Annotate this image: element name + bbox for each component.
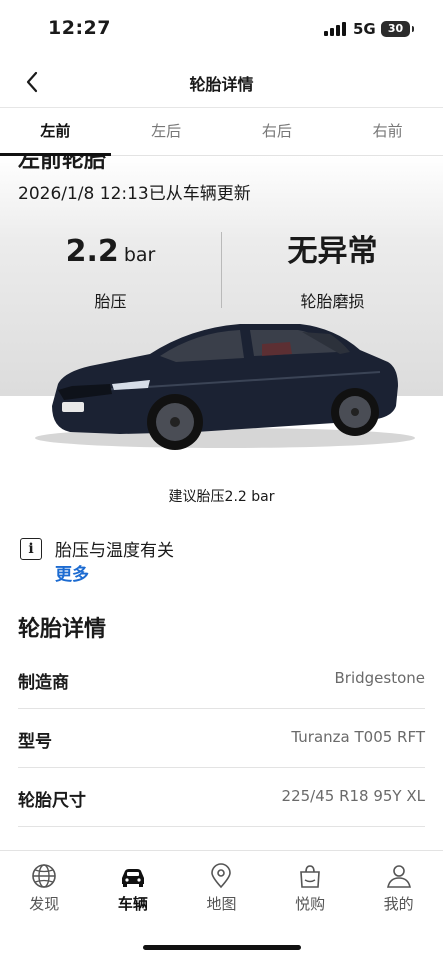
nav-shop[interactable]: 悦购 [266, 851, 355, 921]
detail-row-size: 轮胎尺寸 225/45 R18 95Y XL [18, 768, 425, 827]
nav-vehicle[interactable]: 车辆 [89, 851, 178, 921]
tire-position-tabs: 左前 左后 右后 右前 [0, 108, 443, 156]
status-time: 12:27 [48, 17, 111, 39]
nav-label: 悦购 [295, 895, 326, 913]
update-timestamp: 2026/1/8 12:13已从车辆更新 [18, 184, 251, 204]
car-icon [121, 869, 144, 887]
nav-map[interactable]: 地图 [177, 851, 266, 921]
wear-label: 轮胎磨损 [300, 292, 365, 311]
bottom-nav: 发现 车辆 地图 悦购 我的 [0, 850, 443, 960]
nav-label: 发现 [29, 895, 60, 913]
detail-value: Turanza T005 RFT [291, 728, 425, 746]
nav-label: 我的 [383, 895, 414, 913]
nav-label: 地图 [206, 895, 237, 913]
info-text: 胎压与温度有关 [55, 541, 174, 561]
vehicle-image [0, 310, 443, 470]
pressure-value: 2.2 [65, 234, 119, 269]
tab-front-left[interactable]: 左前 [0, 108, 111, 156]
more-link[interactable]: 更多 [55, 560, 89, 585]
network-type: 5G [353, 20, 376, 38]
nav-profile[interactable]: 我的 [354, 851, 443, 921]
detail-key: 轮胎尺寸 [18, 791, 86, 811]
detail-row-model: 型号 Turanza T005 RFT [18, 709, 425, 768]
wear-metric: 无异常 轮胎磨损 [222, 232, 443, 312]
page-title: 轮胎详情 [189, 75, 254, 94]
pressure-unit: bar [123, 244, 156, 266]
person-icon [386, 865, 411, 888]
nav-discover[interactable]: 发现 [0, 851, 89, 921]
detail-value: 225/45 R18 95Y XL [281, 787, 425, 805]
detail-key: 型号 [18, 732, 52, 752]
pressure-metric: 2.2 bar 胎压 [0, 232, 221, 312]
status-bar: 12:27 5G 30 [0, 0, 443, 56]
detail-value: Bridgestone [334, 669, 425, 687]
signal-icon [324, 22, 346, 36]
info-note: i 胎压与温度有关 [20, 536, 174, 561]
pressure-label: 胎压 [94, 292, 127, 311]
tab-rear-right[interactable]: 右后 [222, 108, 333, 155]
info-icon: i [20, 537, 42, 560]
nav-label: 车辆 [117, 895, 148, 913]
tire-heading: 左前轮胎 [18, 156, 107, 173]
detail-row-manufacturer: 制造商 Bridgestone [18, 650, 425, 709]
nav-bar: 轮胎详情 [0, 56, 443, 108]
globe-icon [32, 864, 57, 888]
recommended-pressure: 建议胎压2.2 bar [168, 489, 275, 505]
wear-value: 无异常 [287, 234, 378, 269]
details-title: 轮胎详情 [18, 617, 107, 642]
home-indicator[interactable] [143, 945, 301, 950]
tab-front-right[interactable]: 右前 [332, 108, 443, 155]
detail-key: 制造商 [18, 673, 69, 693]
battery-icon: 30 [381, 21, 414, 37]
shopping-bag-icon [300, 865, 320, 888]
tab-rear-left[interactable]: 左后 [111, 108, 222, 155]
map-pin-icon [211, 863, 232, 889]
